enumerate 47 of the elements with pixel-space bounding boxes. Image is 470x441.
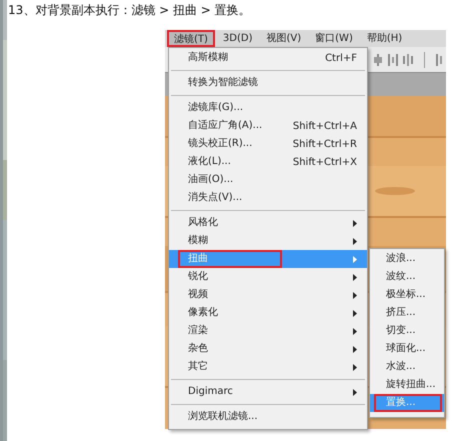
menu-item[interactable]: 水波... (370, 358, 444, 376)
instruction-text: 13、对背景副本执行：滤镜 > 扭曲 > 置换。 (7, 2, 252, 18)
submenu-arrow-icon (353, 364, 357, 370)
submenu-arrow-icon (353, 256, 357, 262)
menu-item[interactable]: 浏览联机滤镜... (169, 408, 367, 426)
submenu-arrow-icon (353, 238, 357, 244)
menu-item[interactable]: 消失点(V)... (169, 189, 367, 207)
menu-item[interactable]: 波浪... (370, 250, 444, 268)
submenu-arrow-icon (353, 328, 357, 334)
submenu-arrow-icon (353, 346, 357, 352)
highlight-frame: 扭曲 (178, 250, 282, 268)
submenu-arrow-icon (353, 274, 357, 280)
align-icon (403, 54, 413, 66)
menu-item[interactable]: 挤压... (370, 304, 444, 322)
submenu-arrow-icon (353, 220, 357, 226)
submenu-arrow-icon (353, 292, 357, 298)
menu-item[interactable]: 切变... (370, 322, 444, 340)
align-icon (373, 54, 383, 66)
menu-item[interactable]: 极坐标... (370, 286, 444, 304)
menu-item[interactable]: 像素化 (169, 304, 367, 322)
menu-item[interactable]: 转换为智能滤镜 (169, 74, 367, 92)
menu-item[interactable]: 渲染 (169, 322, 367, 340)
menu-title[interactable]: 帮助(H) (360, 30, 408, 47)
menu-item[interactable]: 液化(L)... Shift+Ctrl+X (169, 153, 367, 171)
menu-title[interactable]: 滤镜(T) (167, 30, 215, 47)
menu-item[interactable]: 锐化 (169, 268, 367, 286)
submenu-arrow-icon (353, 310, 357, 316)
align-icon (436, 54, 444, 66)
menu-item[interactable]: 旋转扭曲... (370, 376, 444, 394)
menu-title[interactable]: 窗口(W) (309, 30, 359, 47)
menu-item[interactable]: 模糊 (169, 232, 367, 250)
align-icon (388, 54, 398, 66)
menu-item[interactable]: 风格化 (169, 214, 367, 232)
menu-item[interactable]: 自适应广角(A)... Shift+Ctrl+A (169, 117, 367, 135)
menu-item[interactable]: 镜头校正(R)... Shift+Ctrl+R (169, 135, 367, 153)
menu-title[interactable]: 3D(D) (216, 30, 258, 47)
menu-title[interactable]: 视图(V) (260, 30, 308, 47)
menu-item[interactable]: 滤镜库(G)... (169, 99, 367, 117)
submenu-arrow-icon (353, 388, 357, 396)
menu-item[interactable]: 杂色 (169, 340, 367, 358)
menu-item[interactable]: 高斯模糊 Ctrl+F (169, 49, 367, 67)
menu-item[interactable]: 油画(O)... (169, 171, 367, 189)
menu-item[interactable]: 其它 (169, 358, 367, 376)
menu-item[interactable]: Digimarc (169, 383, 367, 401)
menu-item[interactable]: 球面化... (370, 340, 444, 358)
menu-item[interactable]: 波纹... (370, 268, 444, 286)
menu-item[interactable]: 视频 (169, 286, 367, 304)
